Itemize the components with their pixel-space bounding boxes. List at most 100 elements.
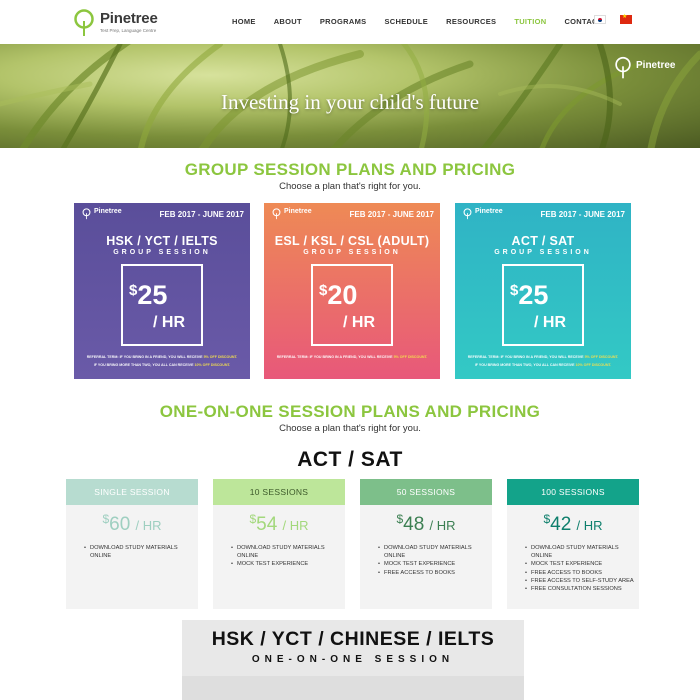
card-session-kind: GROUP SESSION	[494, 249, 592, 256]
currency-symbol: $	[510, 282, 519, 299]
plan-header: 100 SESSIONS	[507, 479, 639, 505]
nav-tuition[interactable]: TUITION	[514, 17, 546, 26]
discount-highlight: 5% OFF DISCOUNT.	[584, 355, 619, 359]
card-price: $25	[129, 280, 167, 311]
pricing-plan-card[interactable]: 50 SESSIONS $48 / HR DOWNLOAD STUDY MATE…	[360, 479, 492, 609]
nav-programs[interactable]: PROGRAMS	[320, 17, 367, 26]
currency-symbol: $	[129, 282, 138, 299]
price-box: $25 / HR	[121, 264, 203, 346]
plan-price: $42 / HR	[507, 512, 639, 536]
logo-name: Pinetree	[100, 10, 158, 27]
plan-header: 10 SESSIONS	[213, 479, 345, 505]
hero-title: Investing in your child's future	[220, 90, 480, 114]
pricing-plan-card[interactable]: SINGLE SESSION $60 / HR DOWNLOAD STUDY M…	[66, 479, 198, 609]
one-on-one-section-title: ONE-ON-ONE SESSION PLANS AND PRICING	[159, 402, 541, 421]
plan-header: 50 SESSIONS	[360, 479, 492, 505]
discount-highlight: 10% OFF DISCOUNT.	[194, 363, 231, 367]
card-referral-note: REFERRAL TERM: IF YOU BRING IN A FRIEND,…	[467, 355, 619, 359]
plan-features: DOWNLOAD STUDY MATERIALS ONLINE MOCK TES…	[525, 544, 635, 593]
card-referral-note: IF YOU BRING MORE THAN TWO, YOU ALL CAN …	[93, 363, 231, 367]
nav-schedule[interactable]: SCHEDULE	[384, 17, 428, 26]
one-on-one-section-subtitle: Choose a plan that's right for you.	[279, 423, 421, 434]
card-price: $20	[319, 280, 357, 311]
currency-symbol: $	[249, 512, 257, 526]
pricing-plan-card[interactable]: 10 SESSIONS $54 / HR DOWNLOAD STUDY MATE…	[213, 479, 345, 609]
plan-feature: DOWNLOAD STUDY MATERIALS ONLINE	[84, 544, 194, 560]
plan-feature: FREE ACCESS TO SELF-STUDY AREA	[525, 577, 635, 585]
plan-features: DOWNLOAD STUDY MATERIALS ONLINE MOCK TES…	[231, 544, 341, 569]
nav-about[interactable]: ABOUT	[274, 17, 302, 26]
plan-feature: MOCK TEST EXPERIENCE	[378, 560, 488, 568]
card-price-unit: / HR	[534, 314, 566, 331]
pinetree-logo-icon	[615, 56, 631, 79]
currency-symbol: $	[319, 282, 328, 299]
currency-symbol: $	[396, 512, 404, 526]
top-navigation: Pinetree Test Prep, Language Centre HOME…	[0, 0, 700, 44]
currency-symbol: $	[543, 512, 551, 526]
card-header: Pinetree FEB 2017 - JUNE 2017	[264, 203, 440, 225]
price-value: 60	[109, 514, 131, 535]
plan-feature: FREE ACCESS TO BOOKS	[378, 569, 488, 577]
plan-features: DOWNLOAD STUDY MATERIALS ONLINE MOCK TES…	[378, 544, 488, 577]
price-value: 25	[137, 280, 168, 310]
group-section-subtitle: Choose a plan that's right for you.	[279, 181, 421, 192]
group-plan-card[interactable]: Pinetree FEB 2017 - JUNE 2017 ACT / SAT …	[455, 203, 631, 379]
hsk-card-session-kind: ONE-ON-ONE SESSION	[251, 654, 455, 665]
card-referral-note: IF YOU BRING MORE THAN TWO, YOU ALL CAN …	[474, 363, 612, 367]
plan-price: $54 / HR	[213, 512, 345, 536]
pinetree-logo-icon	[82, 208, 91, 220]
card-date: FEB 2017 - JUNE 2017	[159, 210, 245, 219]
price-value: 48	[403, 514, 425, 535]
card-date: FEB 2017 - JUNE 2017	[540, 210, 626, 219]
nav-resources[interactable]: RESOURCES	[446, 17, 496, 26]
price-unit: / HR	[576, 518, 603, 533]
card-price-unit: / HR	[153, 314, 185, 331]
price-value: 20	[327, 280, 358, 310]
discount-highlight: 10% OFF DISCOUNT.	[575, 363, 612, 367]
hero-logo-name: Pinetree	[636, 60, 676, 71]
nav-home[interactable]: HOME	[232, 17, 256, 26]
pinetree-logo-icon	[74, 9, 94, 36]
group-section-title: GROUP SESSION PLANS AND PRICING	[184, 160, 516, 179]
plan-header: SINGLE SESSION	[66, 479, 198, 505]
price-value: 25	[518, 280, 549, 310]
plan-features: DOWNLOAD STUDY MATERIALS ONLINE	[84, 544, 194, 560]
card-session-kind: GROUP SESSION	[113, 249, 211, 256]
card-program-name: ESL / KSL / CSL (ADULT)	[274, 234, 430, 248]
china-flag-icon[interactable]	[620, 13, 632, 24]
card-logo: Pinetree	[284, 208, 312, 215]
plan-price: $60 / HR	[66, 512, 198, 536]
price-unit: / HR	[135, 518, 162, 533]
hsk-one-on-one-card[interactable]: HSK / YCT / CHINESE / IELTS ONE-ON-ONE S…	[182, 620, 524, 700]
site-logo[interactable]: Pinetree Test Prep, Language Centre	[74, 9, 164, 39]
hero-banner: Investing in your child's future Pinetre…	[0, 44, 700, 148]
group-plan-card[interactable]: Pinetree FEB 2017 - JUNE 2017 ESL / KSL …	[264, 203, 440, 379]
card-price: $25	[510, 280, 548, 311]
plan-feature: MOCK TEST EXPERIENCE	[525, 560, 635, 568]
price-unit: / HR	[282, 518, 309, 533]
main-menu: HOME ABOUT PROGRAMS SCHEDULE RESOURCES T…	[232, 17, 621, 26]
card-referral-note: REFERRAL TERM: IF YOU BRING IN A FRIEND,…	[86, 355, 238, 359]
plan-feature: DOWNLOAD STUDY MATERIALS ONLINE	[231, 544, 341, 560]
plan-feature: FREE ACCESS TO BOOKS	[525, 569, 635, 577]
price-unit: / HR	[429, 518, 456, 533]
card-referral-note: REFERRAL TERM: IF YOU BRING IN A FRIEND,…	[276, 355, 428, 359]
plan-feature: MOCK TEST EXPERIENCE	[231, 560, 341, 568]
card-price-unit: / HR	[343, 314, 375, 331]
group-plan-card[interactable]: Pinetree FEB 2017 - JUNE 2017 HSK / YCT …	[74, 203, 250, 379]
price-value: 54	[256, 514, 278, 535]
price-box: $25 / HR	[502, 264, 584, 346]
korea-flag-icon[interactable]	[594, 15, 606, 24]
hsk-card-title: HSK / YCT / CHINESE / IELTS	[211, 628, 495, 650]
price-box: $20 / HR	[311, 264, 393, 346]
pricing-plan-card[interactable]: 100 SESSIONS $42 / HR DOWNLOAD STUDY MAT…	[507, 479, 639, 609]
hero-logo: Pinetree	[614, 56, 676, 80]
discount-highlight: 5% OFF DISCOUNT.	[203, 355, 238, 359]
card-logo: Pinetree	[475, 208, 503, 215]
card-date: FEB 2017 - JUNE 2017	[349, 210, 435, 219]
plan-feature: FREE CONSULTATION SESSIONS	[525, 585, 635, 593]
card-logo: Pinetree	[94, 208, 122, 215]
plan-price: $48 / HR	[360, 512, 492, 536]
card-program-name: ACT / SAT	[511, 234, 575, 248]
card-session-kind: GROUP SESSION	[303, 249, 401, 256]
